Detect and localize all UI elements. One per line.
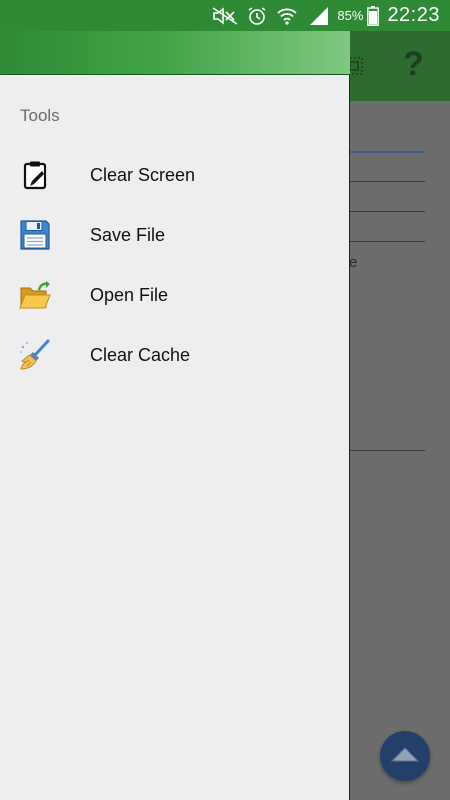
navigation-drawer: Tools Clear Screen Save File Open File C… (0, 31, 350, 800)
menu-item-label: Open File (90, 284, 169, 305)
section-title: Tools (20, 106, 60, 125)
divider (350, 181, 425, 182)
broom-icon (19, 339, 51, 371)
menu-item-label: Clear Screen (90, 164, 196, 185)
clock: 22:23 (387, 4, 440, 26)
battery-icon (367, 5, 380, 26)
arrow-up-icon (390, 746, 420, 767)
divider (350, 241, 425, 242)
help-icon[interactable]: ? (403, 45, 424, 84)
menu-item-label: Save File (90, 224, 166, 245)
menu-item-clear-cache[interactable]: Clear Cache (0, 325, 350, 385)
signal-icon (307, 6, 329, 26)
floppy-disk-icon (19, 219, 51, 251)
text-fragment: e (349, 254, 358, 271)
menu-item-clear-screen[interactable]: Clear Screen (0, 145, 350, 205)
divider (350, 151, 425, 153)
divider (350, 211, 425, 212)
scroll-up-button[interactable] (380, 731, 430, 781)
battery-percent: 85% (337, 8, 364, 23)
alarm-icon (247, 6, 267, 26)
divider (350, 450, 425, 451)
drawer-menu: Clear Screen Save File Open File Clear C… (0, 145, 350, 385)
drawer-header (0, 31, 350, 75)
menu-item-label: Clear Cache (90, 344, 191, 365)
wifi-icon (276, 6, 298, 26)
menu-item-save-file[interactable]: Save File (0, 205, 350, 265)
status-bar: 85% 22:23 (0, 0, 450, 31)
mute-icon (212, 6, 238, 25)
open-folder-icon (19, 279, 51, 311)
menu-item-open-file[interactable]: Open File (0, 265, 350, 325)
clipboard-clear-icon (19, 159, 51, 191)
